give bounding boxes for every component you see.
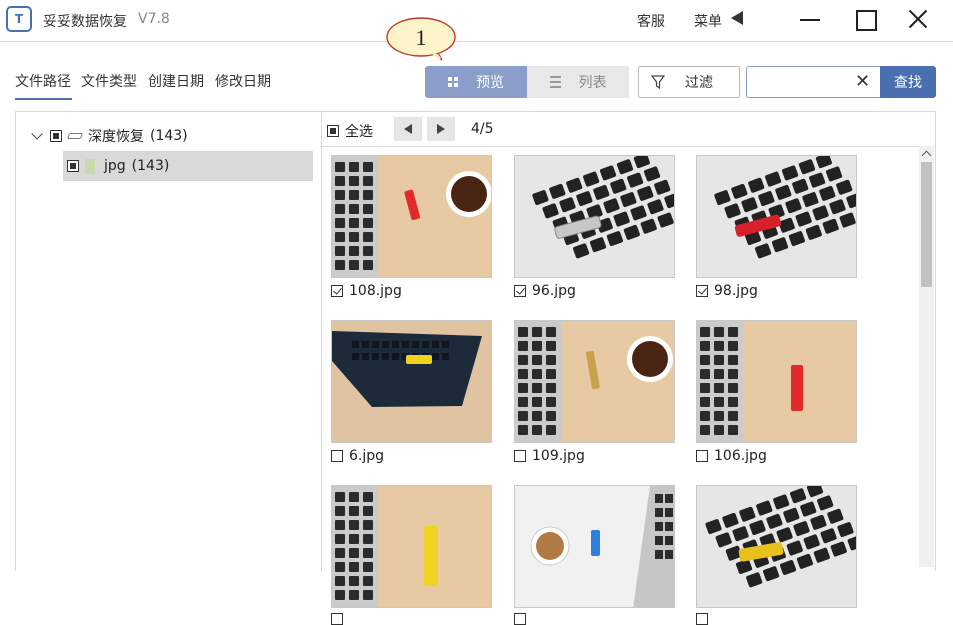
thumbnail-image[interactable] (514, 320, 675, 443)
filter-label: 过滤 (685, 75, 713, 91)
thumbnail-checkbox[interactable] (696, 285, 708, 297)
thumbnail-filename: 6.jpg (349, 448, 385, 464)
preview-toolbar: 全选 4/5 (322, 112, 936, 147)
tree-child-label: jpg (104, 158, 126, 174)
app-version: V7.8 (138, 11, 170, 27)
tree-item-jpg[interactable]: jpg (143) (63, 151, 313, 181)
thumbnail-image[interactable] (696, 485, 857, 608)
tab-file-path[interactable]: 文件路径 (15, 71, 71, 91)
thumbnail-filename: 109.jpg (532, 448, 585, 464)
thumbnail-label[interactable]: 106.jpg (696, 448, 767, 464)
thumbnail-checkbox[interactable] (696, 450, 708, 462)
tree-root-label: 深度恢复 (88, 129, 144, 145)
close-button[interactable] (898, 4, 938, 34)
menu-link[interactable]: 菜单 (694, 11, 722, 31)
app-title: 妥妥数据恢复 (43, 14, 127, 30)
thumbnail-label[interactable]: 109.jpg (514, 448, 585, 464)
select-all-control[interactable]: 全选 (327, 121, 373, 141)
grid-icon (448, 77, 458, 87)
list-view-button[interactable]: 列表 (527, 66, 629, 98)
thumbnail-label[interactable] (696, 613, 714, 625)
funnel-icon (651, 75, 665, 90)
thumbnail-image[interactable] (331, 155, 492, 278)
page-indicator: 4/5 (471, 121, 494, 137)
app-logo-icon: T (6, 6, 32, 32)
preview-view-button[interactable]: 预览 (425, 66, 527, 98)
drive-icon (66, 133, 84, 139)
thumbnail-filename: 106.jpg (714, 448, 767, 464)
scroll-up-icon[interactable] (921, 150, 932, 161)
tab-file-type[interactable]: 文件类型 (81, 71, 137, 91)
prev-page-button[interactable] (394, 117, 422, 141)
thumbnail-checkbox[interactable] (514, 613, 526, 625)
thumbnail-checkbox[interactable] (331, 613, 343, 625)
list-icon (549, 76, 561, 88)
title-divider (0, 41, 953, 42)
title-bar: T 妥妥数据恢复 V7.8 客服 菜单 (0, 0, 953, 40)
support-link[interactable]: 客服 (637, 11, 665, 31)
thumbnail-checkbox[interactable] (331, 285, 343, 297)
thumbnail-label[interactable]: 96.jpg (514, 283, 576, 299)
minimize-button[interactable] (790, 4, 830, 34)
thumbnail-checkbox[interactable] (331, 450, 343, 462)
tab-modified-date[interactable]: 修改日期 (215, 71, 271, 91)
search-box: ✕ (746, 66, 880, 98)
thumbnail-label[interactable]: 108.jpg (331, 283, 402, 299)
menu-arrow-icon[interactable] (731, 11, 743, 25)
select-all-checkbox[interactable] (327, 125, 339, 137)
file-type-icon (85, 158, 95, 174)
thumbnail-image[interactable] (331, 320, 492, 443)
search-input[interactable] (751, 71, 849, 93)
scroll-thumb[interactable] (921, 162, 932, 287)
next-page-button[interactable] (427, 117, 455, 141)
chevron-down-icon[interactable] (31, 128, 43, 140)
tree-root-checkbox[interactable] (50, 130, 62, 142)
thumbnail-label[interactable]: 6.jpg (331, 448, 384, 464)
thumbnail-label[interactable] (514, 613, 532, 625)
tree-child-count: (143) (131, 158, 170, 174)
thumbnail-checkbox[interactable] (514, 285, 526, 297)
tree-item-deep-recovery[interactable]: 深度恢复 (143) (30, 121, 188, 151)
clear-search-icon[interactable]: ✕ (855, 72, 870, 92)
callout-number: 1 (416, 25, 427, 50)
callout-bubble: 1 (386, 17, 456, 61)
thumbnail-checkbox[interactable] (696, 613, 708, 625)
select-all-label: 全选 (345, 124, 373, 140)
list-label: 列表 (578, 75, 607, 91)
thumbnail-image[interactable] (696, 320, 857, 443)
thumbnail-image[interactable] (696, 155, 857, 278)
thumbnail-filename: 96.jpg (532, 283, 576, 299)
folder-tree-panel: 深度恢复 (143) jpg (143) (15, 111, 322, 571)
thumbnail-image[interactable] (331, 485, 492, 608)
active-tab-indicator (15, 98, 72, 100)
tab-created-date[interactable]: 创建日期 (148, 71, 204, 91)
maximize-button[interactable] (845, 4, 885, 34)
thumbnail-image[interactable] (514, 485, 675, 608)
vertical-scrollbar[interactable] (919, 146, 934, 567)
search-button[interactable]: 查找 (880, 66, 936, 98)
view-toggle: 预览 列表 (425, 66, 630, 98)
thumbnail-filename: 108.jpg (349, 283, 402, 299)
tree-root-count: (143) (150, 128, 188, 144)
filter-button[interactable]: 过滤 (638, 66, 740, 98)
arrow-left-icon (404, 124, 412, 134)
preview-label: 预览 (476, 75, 504, 91)
tree-child-checkbox[interactable] (67, 160, 79, 172)
thumbnail-image[interactable] (514, 155, 675, 278)
thumbnail-label[interactable] (331, 613, 349, 625)
arrow-right-icon (437, 124, 445, 134)
thumbnail-label[interactable]: 98.jpg (696, 283, 758, 299)
thumbnail-checkbox[interactable] (514, 450, 526, 462)
thumbnail-filename: 98.jpg (714, 283, 758, 299)
